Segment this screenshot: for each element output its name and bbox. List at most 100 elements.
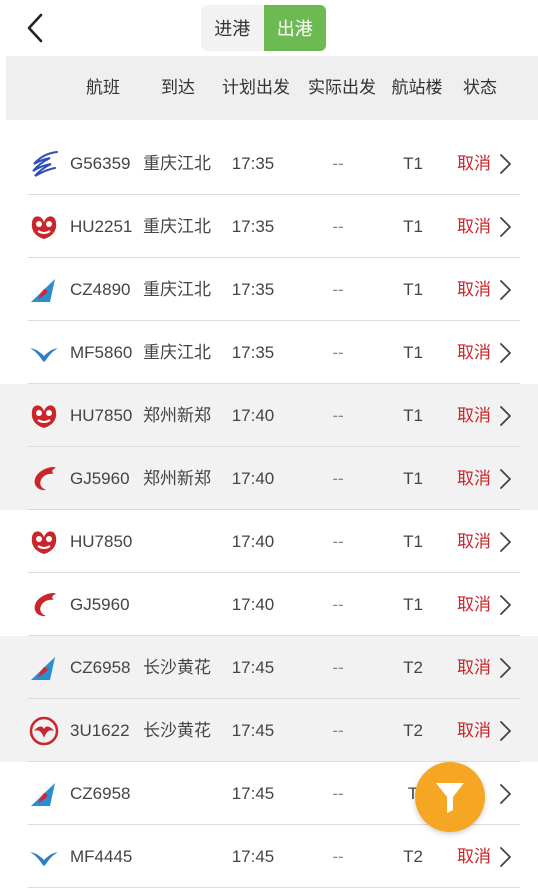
scheduled-time: 17:35	[231, 280, 275, 299]
status-label: 取消	[457, 847, 491, 866]
hainan-airlines-logo	[28, 401, 60, 431]
table-header: 航班 到达 计划出发 实际出发 航站楼 状态	[6, 56, 538, 120]
filter-icon	[436, 783, 464, 813]
flight-row[interactable]: HU2251 重庆江北 17:35 -- T1 取消	[0, 195, 538, 258]
flight-number: HU7850	[70, 406, 133, 425]
actual-time: --	[332, 847, 344, 866]
actual-time: --	[332, 595, 344, 614]
flight-number: MF4445	[70, 847, 133, 866]
terminal: T1	[403, 280, 423, 299]
dragon-logo-red	[28, 590, 60, 620]
scheduled-time: 17:35	[231, 343, 275, 362]
chevron-right-icon	[498, 216, 512, 238]
scheduled-time: 17:40	[231, 532, 275, 551]
chevron-right-icon	[498, 657, 512, 679]
flight-row[interactable]: MF5860 重庆江北 17:35 -- T1 取消	[0, 321, 538, 384]
terminal: T2	[403, 658, 423, 677]
flight-row[interactable]: GJ5960 17:40 -- T1 取消	[0, 573, 538, 636]
terminal: T1	[403, 406, 423, 425]
tab-arrival[interactable]: 进港	[201, 5, 264, 51]
status-label: 取消	[457, 343, 491, 362]
scheduled-time: 17:40	[231, 595, 275, 614]
chevron-right-icon	[498, 531, 512, 553]
status-label: 取消	[457, 469, 491, 488]
dragon-logo-red	[28, 464, 60, 494]
destination: 郑州新郑	[143, 469, 211, 488]
scheduled-time: 17:35	[231, 154, 275, 173]
scheduled-time: 17:35	[231, 217, 275, 236]
chevron-right-icon	[498, 846, 512, 868]
status-label: 取消	[457, 217, 491, 236]
china-southern-logo	[28, 779, 60, 809]
status-label: 取消	[457, 154, 491, 173]
chevron-right-icon	[498, 342, 512, 364]
actual-time: --	[332, 721, 344, 740]
status-label: 取消	[457, 595, 491, 614]
actual-time: --	[332, 343, 344, 362]
actual-time: --	[332, 658, 344, 677]
filter-button[interactable]	[415, 762, 485, 832]
actual-time: --	[332, 154, 344, 173]
flight-number: G56359	[70, 154, 131, 173]
terminal: T1	[403, 154, 423, 173]
destination: 重庆江北	[143, 343, 211, 362]
flight-number: HU2251	[70, 217, 133, 236]
terminal: T1	[403, 595, 423, 614]
bird-wing-logo-blue	[28, 149, 60, 179]
column-scheduled: 计划出发	[222, 78, 290, 97]
xiamen-airlines-logo	[28, 842, 60, 872]
flight-number: CZ6958	[70, 658, 131, 677]
chevron-left-icon	[27, 13, 43, 43]
destination: 郑州新郑	[143, 406, 211, 425]
column-terminal: 航站楼	[391, 78, 443, 97]
chevron-right-icon	[498, 720, 512, 742]
status-label: 取消	[457, 406, 491, 425]
hainan-airlines-logo	[28, 212, 60, 242]
sichuan-airlines-logo	[28, 716, 60, 746]
actual-time: --	[332, 469, 344, 488]
terminal: T2	[403, 847, 423, 866]
tab-departure[interactable]: 出港	[263, 5, 326, 51]
actual-time: --	[332, 217, 344, 236]
flight-row[interactable]: MF4445 17:45 -- T2 取消	[0, 825, 538, 888]
chevron-right-icon	[498, 783, 512, 805]
flight-row[interactable]: G56359 重庆江北 17:35 -- T1 取消	[0, 132, 538, 195]
column-status: 状态	[463, 78, 497, 97]
scheduled-time: 17:45	[231, 721, 275, 740]
destination: 重庆江北	[143, 217, 211, 236]
flight-number: 3U1622	[70, 721, 130, 740]
flight-row[interactable]: HU7850 17:40 -- T1 取消	[0, 510, 538, 573]
flight-row[interactable]: 3U1622 长沙黄花 17:45 -- T2 取消	[0, 699, 538, 762]
flight-row[interactable]: HU7850 郑州新郑 17:40 -- T1 取消	[0, 384, 538, 447]
actual-time: --	[332, 784, 344, 803]
xiamen-airlines-logo	[28, 338, 60, 368]
destination: 重庆江北	[143, 280, 211, 299]
chevron-right-icon	[498, 594, 512, 616]
actual-time: --	[332, 406, 344, 425]
chevron-right-icon	[498, 405, 512, 427]
destination: 长沙黄花	[143, 721, 211, 740]
column-flight: 航班	[86, 78, 120, 97]
flight-number: GJ5960	[70, 469, 130, 488]
scheduled-time: 17:45	[231, 658, 275, 677]
flight-row[interactable]: GJ5960 郑州新郑 17:40 -- T1 取消	[0, 447, 538, 510]
actual-time: --	[332, 532, 344, 551]
status-label: 取消	[457, 721, 491, 740]
flight-row[interactable]: CZ6958 长沙黄花 17:45 -- T2 取消	[0, 636, 538, 699]
chevron-right-icon	[498, 153, 512, 175]
scheduled-time: 17:45	[231, 784, 275, 803]
scheduled-time: 17:40	[231, 406, 275, 425]
flight-number: CZ4890	[70, 280, 131, 299]
hainan-airlines-logo	[28, 527, 60, 557]
column-destination: 到达	[161, 78, 195, 97]
chevron-right-icon	[498, 279, 512, 301]
scheduled-time: 17:40	[231, 469, 275, 488]
status-label: 取消	[457, 280, 491, 299]
flight-row[interactable]: CZ4890 重庆江北 17:35 -- T1 取消	[0, 258, 538, 321]
terminal: T1	[403, 469, 423, 488]
terminal: T2	[403, 721, 423, 740]
top-bar: 进港 出港	[0, 0, 538, 56]
flight-number: CZ6958	[70, 784, 131, 803]
actual-time: --	[332, 280, 344, 299]
back-button[interactable]	[22, 10, 52, 46]
